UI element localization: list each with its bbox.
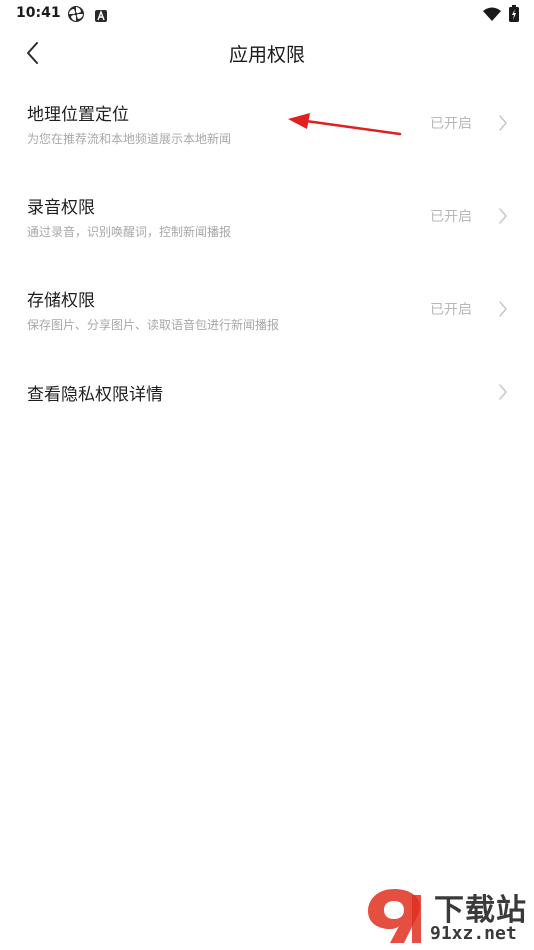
permission-title: 查看隐私权限详情 xyxy=(27,385,163,405)
permission-description: 为您在推荐流和本地频道展示本地新闻 xyxy=(27,132,232,146)
permission-status: 已开启 xyxy=(430,302,472,318)
location-permission-row[interactable]: 地理位置定位 为您在推荐流和本地频道展示本地新闻 已开启 xyxy=(0,100,534,190)
status-time: 10:41 xyxy=(16,5,61,21)
chevron-right-icon xyxy=(497,300,509,322)
storage-permission-row[interactable]: 存储权限 保存图片、分享图片、读取语音包进行新闻播报 已开启 xyxy=(0,286,534,376)
pinwheel-icon xyxy=(66,5,86,27)
permission-title: 存储权限 xyxy=(27,291,95,311)
page-title: 应用权限 xyxy=(228,44,305,66)
status-bar: 10:41 xyxy=(0,0,534,28)
privacy-details-row[interactable]: 查看隐私权限详情 xyxy=(0,380,534,470)
chevron-right-icon xyxy=(497,207,509,229)
watermark: 下载站 91xz.net xyxy=(364,885,530,947)
permission-title: 录音权限 xyxy=(27,198,95,218)
wifi-icon xyxy=(483,6,501,25)
a-badge-icon xyxy=(95,7,107,26)
permission-description: 保存图片、分享图片、读取语音包进行新闻播报 xyxy=(27,318,280,332)
title-bar: 应用权限 xyxy=(0,28,534,78)
battery-charging-icon xyxy=(509,5,519,26)
permission-description: 通过录音，识别唤醒词，控制新闻播报 xyxy=(27,225,232,239)
watermark-domain: 91xz.net xyxy=(430,923,517,944)
watermark-logo-icon xyxy=(368,889,421,943)
permission-status: 已开启 xyxy=(430,209,472,225)
permission-status: 已开启 xyxy=(430,116,472,132)
annotation-arrow xyxy=(288,113,402,136)
permission-title: 地理位置定位 xyxy=(27,105,129,125)
chevron-right-icon xyxy=(497,114,509,136)
chevron-right-icon xyxy=(497,383,509,405)
audio-permission-row[interactable]: 录音权限 通过录音，识别唤醒词，控制新闻播报 已开启 xyxy=(0,193,534,283)
